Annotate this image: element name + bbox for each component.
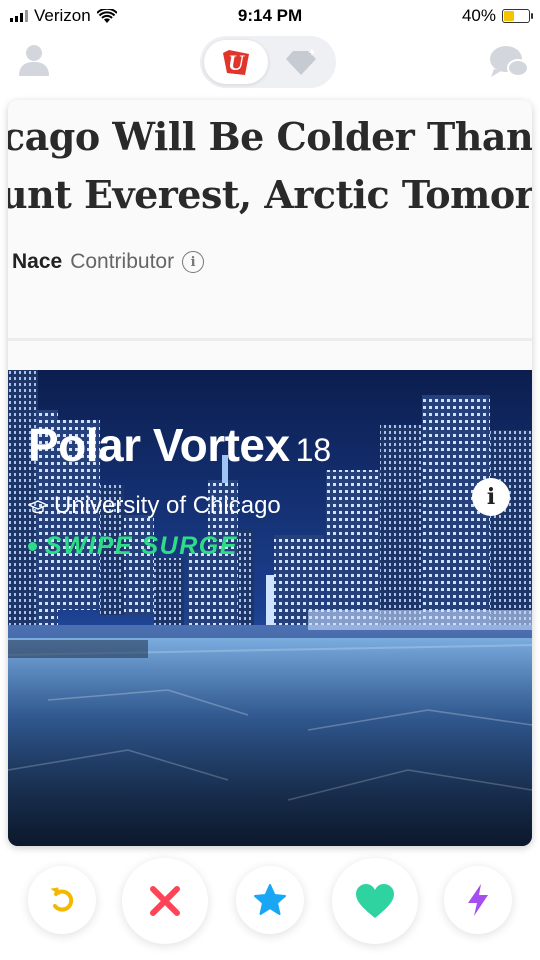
divider — [8, 338, 532, 341]
article-screenshot: cago Will Be Colder Than unt Everest, Ar… — [8, 100, 532, 370]
profile-name: Polar Vortex — [28, 419, 290, 471]
gem-icon — [286, 48, 316, 75]
nope-button[interactable] — [122, 858, 208, 944]
tab-gem[interactable] — [276, 42, 328, 82]
headline-line-2: unt Everest, Arctic Tomorro — [8, 172, 532, 217]
profile-icon[interactable] — [14, 40, 54, 80]
swipe-surge-badge: SWIPE SURGE — [28, 532, 238, 561]
action-bar — [0, 852, 540, 952]
headline-line-1: cago Will Be Colder Than — [8, 114, 532, 159]
profile-card[interactable]: cago Will Be Colder Than unt Everest, Ar… — [8, 100, 532, 846]
status-right: 40% — [461, 6, 533, 26]
info-button[interactable]: i — [472, 478, 510, 516]
status-bar: Verizon 9:14 PM 40% — [0, 0, 540, 30]
battery-percent: 40% — [461, 6, 496, 25]
super-like-button[interactable] — [236, 866, 304, 934]
info-circle-icon: i — [182, 251, 205, 273]
surge-label: SWIPE SURGE — [45, 532, 238, 560]
boost-button[interactable] — [444, 866, 512, 934]
school-line: University of Chicago — [28, 492, 281, 520]
u-logo-icon: U — [223, 50, 249, 75]
profile-age: 18 — [295, 432, 332, 468]
photo-gradient — [8, 626, 532, 846]
top-nav: U — [0, 30, 540, 96]
graduation-cap-icon — [28, 500, 48, 514]
super-like-icon — [254, 884, 286, 915]
tab-u-mode[interactable]: U — [204, 40, 268, 84]
battery-icon — [502, 9, 533, 23]
status-time: 9:14 PM — [237, 6, 303, 25]
rewind-button[interactable] — [28, 866, 96, 934]
profile-school: University of Chicago — [54, 492, 281, 519]
like-icon — [356, 884, 394, 918]
name-line: Polar Vortex 18 — [28, 418, 331, 472]
byline: Nace Contributor i — [12, 250, 205, 274]
messages-icon[interactable] — [488, 42, 530, 82]
nope-icon — [150, 886, 180, 916]
logo-letter: U — [228, 50, 245, 75]
boost-icon — [468, 884, 488, 916]
mode-switcher: U — [200, 36, 336, 88]
surge-dot-icon — [28, 542, 37, 551]
author-name: Nace — [12, 250, 63, 273]
like-button[interactable] — [332, 858, 418, 944]
author-role: Contributor — [70, 250, 175, 273]
rewind-icon — [50, 887, 74, 912]
